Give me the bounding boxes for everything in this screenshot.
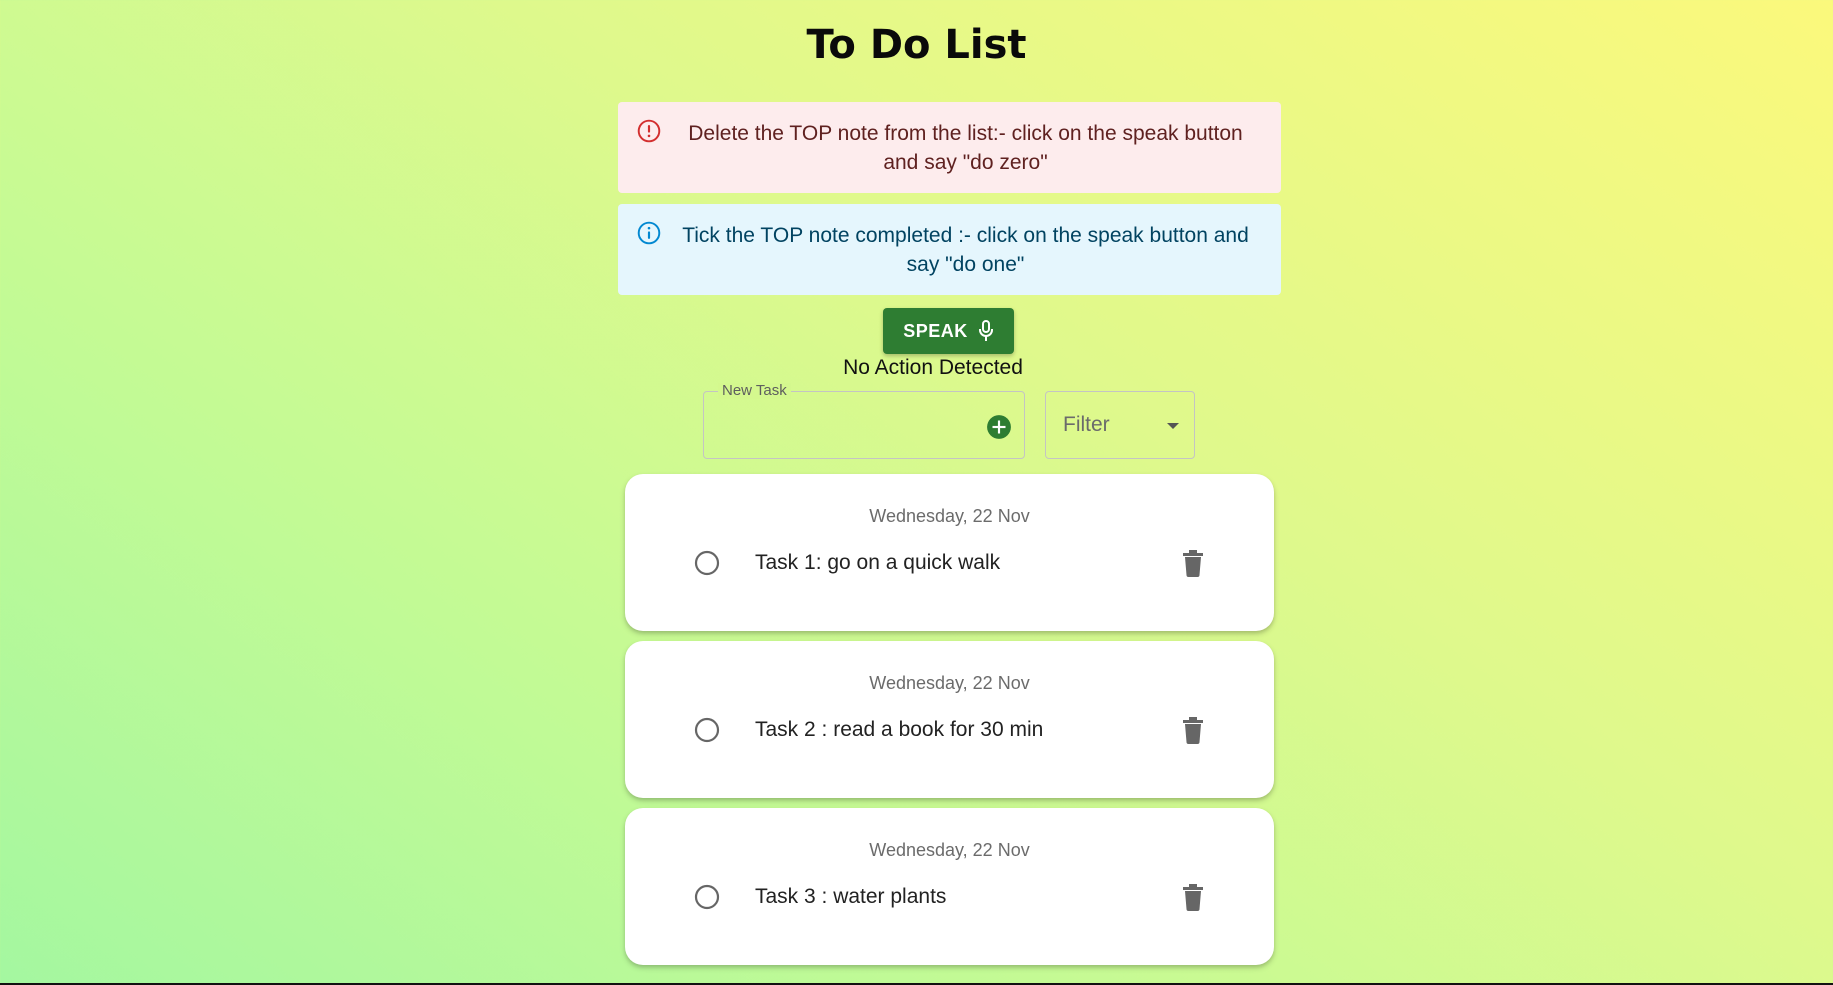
error-outline-icon [637,119,661,143]
voice-status-text: No Action Detected [843,356,1023,379]
unchecked-circle-icon[interactable] [693,883,721,911]
task-text: Task 2 : read a book for 30 min [755,718,1044,741]
mic-icon [978,320,993,341]
trash-icon[interactable] [1182,883,1204,911]
task-date: Wednesday, 22 Nov [869,506,1030,526]
speak-button-label: SPEAK [903,320,968,341]
complete-instruction-text: Tick the TOP note completed :- click on … [682,223,1249,276]
complete-instruction-alert: Tick the TOP note completed :- click on … [618,204,1281,295]
trash-icon[interactable] [1182,716,1204,744]
info-outline-icon [637,221,661,245]
add-circle-icon[interactable] [986,414,1012,440]
speak-button[interactable]: SPEAK [883,308,1014,354]
delete-instruction-text: Delete the TOP note from the list:- clic… [688,121,1243,174]
page-title: To Do List [806,22,1027,68]
unchecked-circle-icon[interactable] [693,549,721,577]
new-task-field[interactable]: New Task [703,383,1025,459]
task-text: Task 1: go on a quick walk [755,551,1001,574]
task-card: Wednesday, 22 Nov Task 2 : read a book f… [625,641,1274,798]
task-card: Wednesday, 22 Nov Task 1: go on a quick … [625,474,1274,631]
task-card: Wednesday, 22 Nov Task 3 : water plants [625,808,1274,965]
trash-icon[interactable] [1182,549,1204,577]
new-task-input[interactable] [718,410,962,442]
filter-label: Filter [1063,413,1110,436]
delete-instruction-alert: Delete the TOP note from the list:- clic… [618,102,1281,193]
filter-select[interactable]: Filter [1045,391,1195,459]
unchecked-circle-icon[interactable] [693,716,721,744]
task-date: Wednesday, 22 Nov [869,673,1030,693]
task-text: Task 3 : water plants [755,885,947,908]
arrow-drop-down-icon [1167,423,1179,429]
task-date: Wednesday, 22 Nov [869,840,1030,860]
new-task-label: New Task [718,383,791,399]
